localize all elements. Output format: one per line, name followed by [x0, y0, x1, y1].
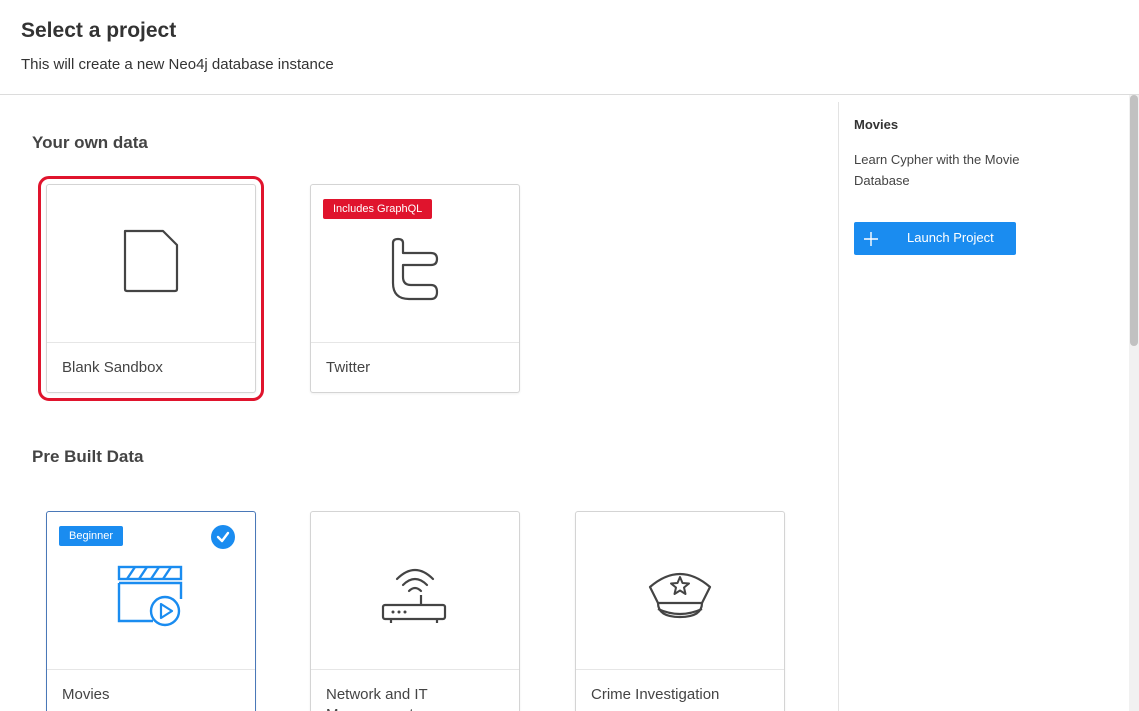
router-icon: [381, 563, 449, 632]
project-card-network-it[interactable]: Network and IT Management: [310, 511, 520, 711]
project-card-crime-investigation[interactable]: Crime Investigation: [575, 511, 785, 711]
card-label: Movies: [62, 686, 110, 703]
beginner-badge: Beginner: [59, 526, 124, 546]
file-icon: [119, 227, 183, 300]
project-card-blank-sandbox[interactable]: Blank Sandbox: [38, 176, 264, 401]
twitter-icon: [387, 237, 443, 310]
check-icon: [211, 525, 235, 549]
project-card-twitter[interactable]: Includes GraphQL Twitter: [310, 184, 520, 393]
dialog-header: Select a project This will create a new …: [0, 0, 1139, 95]
scrollbar[interactable]: [1129, 95, 1139, 711]
project-details-panel: Movies Learn Cypher with the Movie Datab…: [839, 96, 1129, 711]
card-label: Twitter: [326, 359, 371, 376]
launch-project-label: Launch Project: [907, 230, 994, 245]
section-title-prebuilt: Pre Built Data: [32, 447, 144, 466]
graphql-badge: Includes GraphQL: [323, 199, 433, 219]
selected-project-title: Movies: [854, 117, 899, 132]
page-subtitle: This will create a new Neo4j database in…: [21, 56, 334, 73]
movie-icon: [117, 563, 185, 632]
launch-project-button[interactable]: Launch Project: [854, 222, 1016, 255]
plus-icon: [863, 231, 879, 250]
scrollbar-thumb[interactable]: [1130, 95, 1138, 346]
project-card-movies[interactable]: Beginner Movies: [46, 511, 256, 711]
card-label: Crime Investigation: [591, 686, 720, 703]
card-label: Network and IT Management: [326, 686, 428, 711]
card-icon-area: [576, 512, 784, 670]
section-title-own-data: Your own data: [32, 133, 148, 152]
page-title: Select a project: [21, 19, 177, 42]
selected-project-description: Learn Cypher with the Movie Database: [854, 152, 1020, 188]
card-icon-area: [311, 512, 519, 670]
card-icon-area: [47, 185, 255, 343]
card-label: Blank Sandbox: [62, 359, 163, 376]
police-hat-icon: [646, 567, 714, 628]
project-gallery: Your own data Blank Sandbox Includes Gra…: [0, 96, 838, 711]
